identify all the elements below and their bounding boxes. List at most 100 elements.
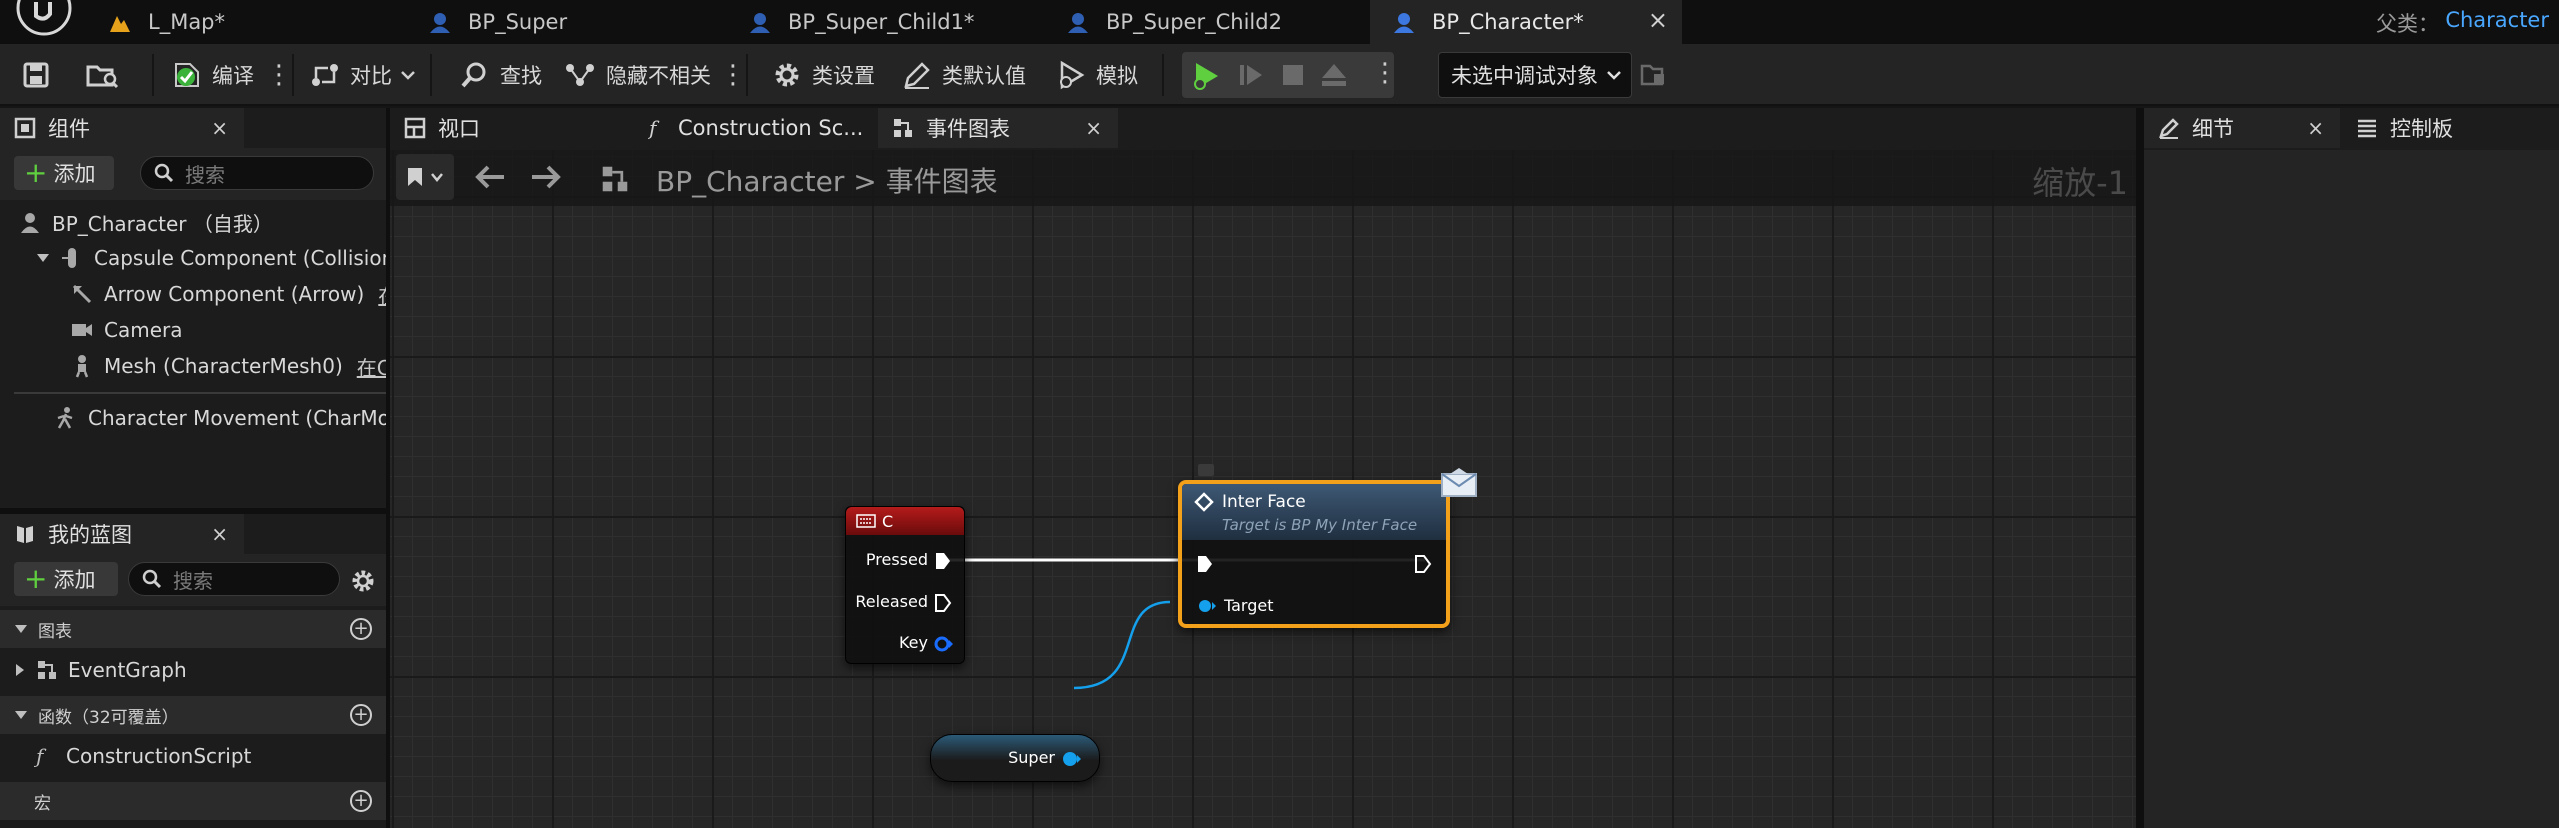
function-item-construction-script[interactable]: ƒ ConstructionScript [34, 738, 384, 774]
plus-icon: + [24, 562, 48, 595]
pin-label-target: Target [1224, 596, 1274, 615]
plus-icon: + [24, 156, 48, 189]
component-row-mesh[interactable]: Mesh (CharacterMesh0) 在C++ [70, 348, 388, 384]
components-toolbar: + 添加 搜索 [0, 148, 390, 200]
my-blueprint-toolbar: + 添加 搜索 [0, 554, 386, 606]
close-panel-icon[interactable]: × [211, 522, 228, 546]
search-icon [142, 569, 162, 589]
component-label: Character Movement (CharMove [88, 406, 388, 430]
interface-call-node[interactable]: Inter Face Target is BP My Inter Face Ta… [1178, 468, 1477, 628]
class-defaults-button[interactable]: 类默认值 [902, 58, 1026, 92]
capsule-icon [62, 248, 76, 268]
add-member-button[interactable]: + 添加 [14, 562, 118, 596]
my-blueprint-header: 我的蓝图 × [0, 514, 386, 554]
exec-in-pin-icon[interactable] [1196, 554, 1214, 574]
blueprint-icon [1068, 13, 1088, 33]
exec-pin-empty-icon[interactable] [934, 593, 952, 613]
key-event-node[interactable]: C Pressed Released Key [845, 506, 965, 664]
close-panel-icon[interactable]: × [211, 116, 228, 140]
tab-bp-super[interactable]: BP_Super [406, 0, 726, 44]
target-pin-icon[interactable] [1196, 598, 1218, 614]
diff-label: 对比 [350, 64, 392, 88]
movement-icon [57, 407, 73, 429]
close-tab-icon[interactable]: × [1085, 116, 1102, 140]
component-row-camera[interactable]: Camera [70, 312, 388, 348]
save-button[interactable] [22, 58, 60, 92]
details-title: 细节 [2192, 117, 2234, 141]
parent-class-link[interactable]: Character [2445, 8, 2549, 32]
section-graphs[interactable]: 图表 + [0, 610, 386, 648]
camera-icon [72, 324, 92, 336]
simulate-button[interactable]: 模拟 [1056, 58, 1138, 92]
section-macros[interactable]: 宏 + [0, 782, 386, 820]
tab-bp-super-child1[interactable]: BP_Super_Child1* [726, 0, 1044, 44]
add-macro-icon[interactable]: + [350, 790, 372, 812]
super-variable-node[interactable]: Super [930, 734, 1100, 782]
find-label: 查找 [500, 64, 542, 88]
hide-unrelated-button[interactable]: 隐藏不相关 [564, 58, 711, 92]
panel-splitter[interactable] [2136, 108, 2144, 828]
graph-item-eventgraph[interactable]: EventGraph [14, 652, 384, 688]
right-panel-area: 细节 × 控制板 [2144, 108, 2559, 828]
compile-options-kebab[interactable]: ⋮ [266, 58, 292, 92]
struct-pin-icon[interactable] [932, 635, 954, 653]
component-row-self[interactable]: BP_Character （自我） [18, 204, 388, 240]
tab-construction-script[interactable]: ƒ Construction Sc... [634, 108, 876, 148]
pin-label-released: Released [855, 592, 928, 611]
details-content [2144, 150, 2559, 828]
node-comment-handle[interactable] [1198, 464, 1214, 476]
stop-icon[interactable] [1282, 64, 1304, 86]
components-search-input[interactable]: 搜索 [140, 156, 374, 190]
find-button[interactable]: 查找 [460, 58, 542, 92]
object-wire[interactable] [1073, 600, 1171, 690]
component-row-movement[interactable]: Character Movement (CharMove [54, 400, 388, 436]
save-icon [23, 62, 49, 88]
toolbar-separator [152, 54, 154, 96]
object-pin-icon[interactable] [1061, 750, 1083, 768]
my-blueprint-tab[interactable]: 我的蓝图 × [0, 514, 244, 554]
add-function-icon[interactable]: + [350, 704, 372, 726]
tab-label: 事件图表 [926, 117, 1010, 141]
close-tab-icon[interactable]: × [1648, 6, 1668, 34]
tab-viewport[interactable]: 视口 [390, 108, 632, 148]
section-functions[interactable]: 函数（32可覆盖） + [0, 696, 386, 734]
component-row-capsule[interactable]: Capsule Component (CollisionCy [36, 240, 388, 276]
exec-out-pin-icon[interactable] [1414, 554, 1432, 574]
expand-arrow-icon[interactable] [14, 663, 26, 677]
hide-options-kebab[interactable]: ⋮ [720, 58, 746, 92]
unreal-logo-icon[interactable] [10, 0, 72, 44]
close-panel-icon[interactable]: × [2307, 116, 2324, 140]
function-icon: ƒ [34, 744, 47, 768]
tab-details[interactable]: 细节 × [2144, 108, 2340, 148]
tab-palette[interactable]: 控制板 [2342, 108, 2559, 148]
tab-bp-character[interactable]: BP_Character* × [1370, 0, 1682, 44]
event-graph-canvas[interactable]: BP_Character > 事件图表 缩放-1 C Pressed Relea… [390, 150, 2136, 828]
step-forward-icon[interactable] [1238, 62, 1264, 88]
tab-l-map[interactable]: L_Map* [86, 0, 406, 44]
component-row-arrow[interactable]: Arrow Component (Arrow) 在C [70, 276, 388, 312]
diff-button[interactable]: 对比 [310, 58, 426, 92]
compile-button[interactable]: 编译 [172, 58, 254, 92]
interface-node-title: Inter Face [1222, 492, 1306, 512]
eject-icon[interactable] [1320, 62, 1348, 88]
debug-find-icon[interactable] [1640, 62, 1668, 88]
my-blueprint-search-input[interactable]: 搜索 [128, 562, 340, 596]
components-tab[interactable]: 组件 × [0, 108, 244, 148]
play-icon[interactable] [1190, 60, 1222, 92]
expand-arrow-icon[interactable] [36, 251, 50, 265]
exec-pin-filled-icon[interactable] [934, 551, 952, 571]
gear-icon[interactable] [350, 568, 376, 594]
component-label: BP_Character （自我） [52, 211, 273, 236]
tab-event-graph[interactable]: 事件图表 × [878, 108, 1118, 148]
play-options-kebab[interactable]: ⋮ [1372, 58, 1398, 88]
section-label: 图表 [38, 621, 72, 642]
add-graph-icon[interactable]: + [350, 618, 372, 640]
function-label: ConstructionScript [66, 744, 252, 768]
debug-object-select[interactable]: 未选中调试对象 [1438, 52, 1632, 98]
browse-asset-button[interactable] [86, 58, 130, 92]
component-label: Camera [104, 318, 183, 342]
tab-bp-super-child2[interactable]: BP_Super_Child2 [1044, 0, 1370, 44]
component-source-link[interactable]: 在C++ [357, 352, 388, 381]
class-settings-button[interactable]: 类设置 [772, 58, 875, 92]
add-component-button[interactable]: + 添加 [14, 156, 114, 190]
